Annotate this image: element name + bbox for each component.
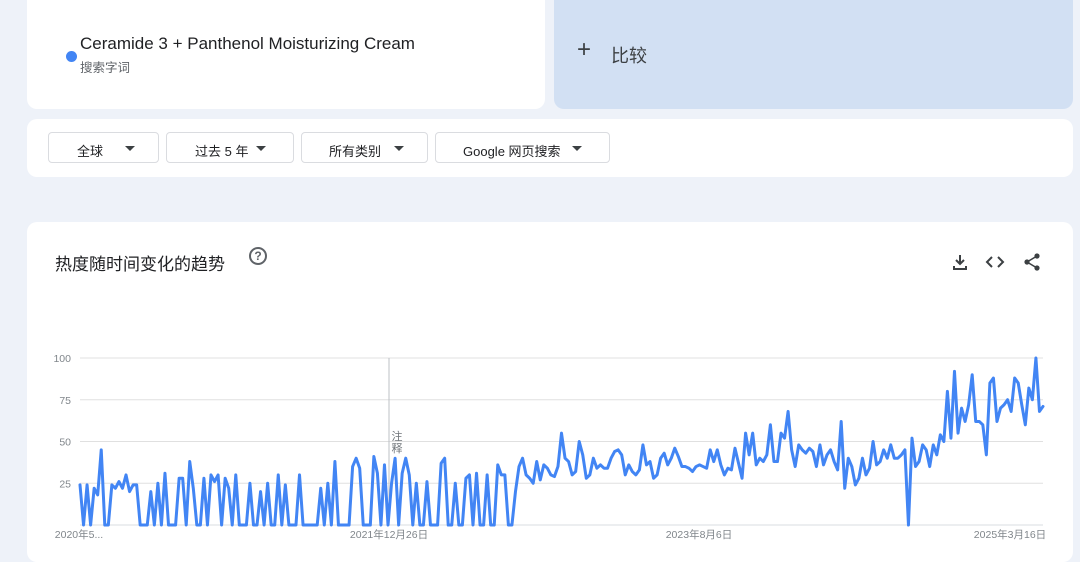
y-tick-label: 75 [59,395,71,407]
y-tick-label: 100 [53,353,71,365]
x-tick-label: 2020年5... [55,528,103,541]
annotation-label[interactable]: 注 [392,429,403,443]
x-tick-label: 2021年12月26日 [350,528,428,541]
y-axis-ticks: 100 75 50 25 [53,353,71,490]
y-tick-label: 50 [59,437,71,449]
x-tick-label: 2025年3月16日 [974,528,1046,541]
x-axis-ticks: 2020年5... 2021年12月26日 2023年8月6日 2025年3月16日 [55,528,1046,541]
x-tick-label: 2023年8月6日 [666,528,733,541]
annotation-label[interactable]: 释 [392,442,403,455]
y-tick-label: 25 [59,478,71,490]
interest-chart: 100 75 50 25 注释 2020年5... 2021年12月26日 2023年8月… [53,353,1046,541]
